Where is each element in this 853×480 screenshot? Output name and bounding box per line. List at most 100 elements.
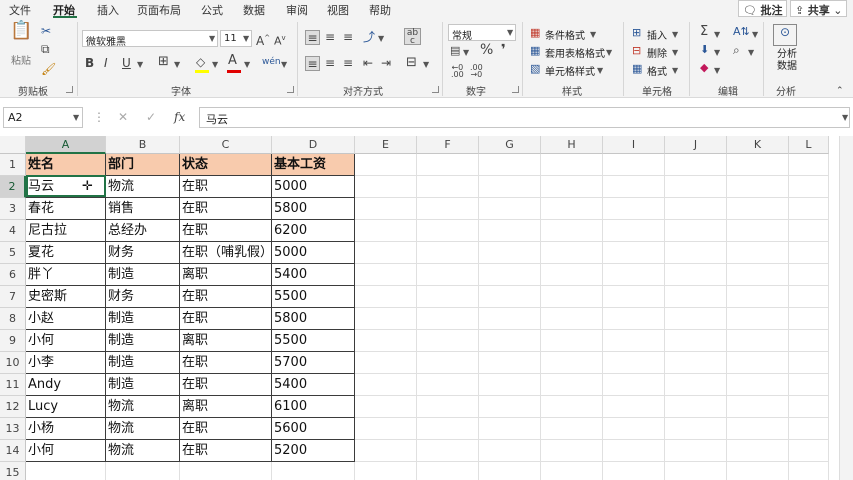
empty-cell[interactable]	[417, 440, 479, 462]
empty-cell[interactable]	[603, 330, 665, 352]
empty-cell[interactable]	[479, 198, 541, 220]
column-header-i[interactable]: I	[603, 136, 665, 154]
percent-style-icon[interactable]: %	[480, 43, 493, 57]
align-right-icon[interactable]: ≡	[343, 56, 353, 70]
table-cell[interactable]: 尼古拉	[26, 220, 106, 242]
empty-cell[interactable]	[665, 440, 727, 462]
table-cell[interactable]: 财务	[106, 286, 180, 308]
empty-cell[interactable]	[603, 396, 665, 418]
empty-cell[interactable]	[665, 308, 727, 330]
empty-cell[interactable]	[727, 330, 789, 352]
empty-cell[interactable]	[355, 396, 417, 418]
column-header-f[interactable]: F	[417, 136, 479, 154]
empty-cell[interactable]	[355, 418, 417, 440]
empty-cell[interactable]	[665, 220, 727, 242]
paste-label[interactable]: 粘贴	[11, 52, 31, 67]
row-header-5[interactable]: 5	[0, 242, 26, 264]
empty-cell[interactable]	[355, 242, 417, 264]
empty-cell[interactable]	[541, 264, 603, 286]
empty-cell[interactable]	[355, 176, 417, 198]
empty-cell[interactable]	[417, 198, 479, 220]
paste-icon[interactable]: 📋	[10, 22, 32, 46]
empty-cell[interactable]	[541, 308, 603, 330]
table-cell[interactable]: 在职	[180, 176, 272, 198]
italic-button[interactable]: I	[104, 56, 108, 70]
empty-cell[interactable]	[727, 308, 789, 330]
row-header-3[interactable]: 3	[0, 198, 26, 220]
empty-cell[interactable]	[479, 462, 541, 480]
table-cell[interactable]: 小何	[26, 440, 106, 462]
phonetic-icon[interactable]: wén	[262, 55, 281, 69]
empty-cell[interactable]	[789, 198, 829, 220]
empty-cell[interactable]	[479, 242, 541, 264]
table-cell[interactable]: 销售	[106, 198, 180, 220]
formula-input[interactable]: 马云	[199, 107, 850, 128]
empty-cell[interactable]	[665, 462, 727, 480]
chevron-down-icon[interactable]: ▼	[842, 113, 848, 122]
empty-cell[interactable]	[789, 176, 829, 198]
table-cell[interactable]: 在职	[180, 308, 272, 330]
comment-button[interactable]: 🗨 批注	[738, 0, 788, 17]
empty-cell[interactable]	[272, 462, 355, 480]
font-name-select[interactable]: 微软雅黑	[82, 30, 218, 48]
table-cell[interactable]: 小李	[26, 352, 106, 374]
empty-cell[interactable]	[727, 286, 789, 308]
format-painter-icon[interactable]: 🖌	[41, 62, 56, 76]
row-header-2[interactable]: 2	[0, 176, 26, 198]
vertical-scrollbar[interactable]	[839, 136, 853, 480]
cell-style-icon[interactable]: ▧	[530, 62, 540, 76]
table-cell[interactable]: 在职（哺乳假）	[180, 242, 273, 264]
empty-cell[interactable]	[417, 264, 479, 286]
empty-cell[interactable]	[727, 220, 789, 242]
empty-cell[interactable]	[541, 176, 603, 198]
empty-cell[interactable]	[603, 242, 665, 264]
empty-cell[interactable]	[665, 396, 727, 418]
table-cell[interactable]: 物流	[106, 418, 180, 440]
header-cell[interactable]: 姓名	[26, 154, 106, 176]
empty-cell[interactable]	[541, 198, 603, 220]
tab-view[interactable]: 视图	[327, 2, 349, 18]
table-cell[interactable]: 5000	[272, 176, 355, 198]
collapse-ribbon-icon[interactable]: ⌃	[836, 84, 844, 98]
bold-button[interactable]: B	[85, 56, 94, 70]
empty-cell[interactable]	[665, 264, 727, 286]
insert-cells-icon[interactable]: ⊞	[632, 26, 641, 40]
table-cell[interactable]: 6100	[272, 396, 355, 418]
decrease-font-icon[interactable]: Av	[274, 31, 286, 49]
table-cell[interactable]: 在职	[180, 220, 272, 242]
orientation-icon[interactable]: ⤴	[363, 30, 375, 44]
table-cell[interactable]: 在职	[180, 198, 272, 220]
header-cell[interactable]: 部门	[106, 154, 180, 176]
empty-cell[interactable]	[603, 374, 665, 396]
border-icon[interactable]: ⊞	[158, 55, 169, 69]
empty-cell[interactable]	[355, 374, 417, 396]
table-cell[interactable]: 物流	[106, 176, 180, 198]
empty-cell[interactable]	[665, 418, 727, 440]
empty-cell[interactable]	[665, 374, 727, 396]
name-box[interactable]: A2	[3, 107, 83, 128]
empty-cell[interactable]	[355, 220, 417, 242]
empty-cell[interactable]	[106, 462, 180, 480]
align-left-icon[interactable]: ≡	[305, 56, 320, 71]
increase-font-icon[interactable]: A^	[256, 31, 270, 48]
empty-cell[interactable]	[603, 198, 665, 220]
empty-cell[interactable]	[417, 462, 479, 480]
empty-cell[interactable]	[479, 286, 541, 308]
table-cell[interactable]: 史密斯	[26, 286, 106, 308]
empty-cell[interactable]	[727, 264, 789, 286]
table-cell[interactable]: 5600	[272, 418, 355, 440]
delete-cells-icon[interactable]: ⊟	[632, 44, 641, 58]
empty-cell[interactable]	[727, 352, 789, 374]
table-cell[interactable]: 制造	[106, 330, 180, 352]
cancel-icon[interactable]: ✕	[118, 110, 128, 124]
table-cell[interactable]: 5400	[272, 374, 355, 396]
tab-data[interactable]: 数据	[243, 2, 265, 18]
decrease-decimal-icon[interactable]: .00 →0	[470, 64, 483, 79]
table-cell[interactable]: 离职	[180, 396, 272, 418]
empty-cell[interactable]	[665, 286, 727, 308]
font-color-icon[interactable]: A	[228, 54, 237, 68]
table-cell[interactable]: Andy	[26, 374, 106, 396]
empty-cell[interactable]	[541, 462, 603, 480]
empty-cell[interactable]	[479, 374, 541, 396]
empty-cell[interactable]	[789, 242, 829, 264]
